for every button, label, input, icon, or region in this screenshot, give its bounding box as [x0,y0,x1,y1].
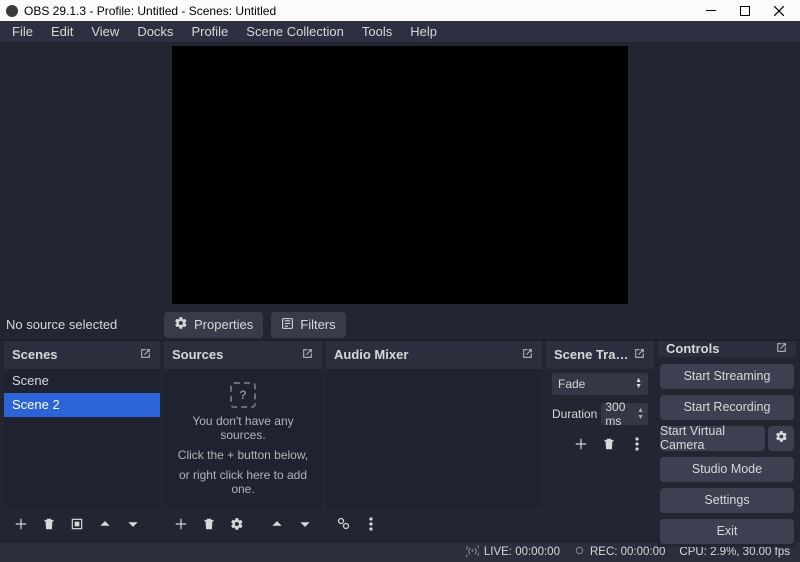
sources-empty-line: Click the + button below, [178,448,308,462]
sources-empty-line: or right click here to add one. [170,468,316,496]
exit-button[interactable]: Exit [660,519,794,544]
app-logo-icon [6,5,18,17]
delete-scene-button[interactable] [38,513,60,535]
dock-sources-title: Sources [172,347,223,362]
scene-up-button[interactable] [94,513,116,535]
popout-icon[interactable] [139,347,152,363]
popout-icon[interactable] [633,347,646,363]
dock-controls: Controls Start Streaming Start Recording… [658,341,796,539]
add-scene-button[interactable] [10,513,32,535]
dock-scenes: Scenes Scene Scene 2 [4,341,160,539]
preview-area [0,42,800,310]
select-arrows-icon: ▲▼ [635,378,642,390]
sources-list[interactable]: ? You don't have any sources. Click the … [164,369,322,509]
properties-label: Properties [194,317,253,332]
source-toolbar-label: No source selected [6,317,156,332]
scene-item[interactable]: Scene [4,369,160,393]
studio-mode-button[interactable]: Studio Mode [660,457,794,482]
menu-scene-collection[interactable]: Scene Collection [238,22,352,41]
dock-transitions: Scene Transiti… Fade ▲▼ Duration 300 ms … [546,341,654,539]
record-icon [574,545,585,559]
dock-controls-header: Controls [658,341,796,357]
status-rec-text: REC: 00:00:00 [590,546,665,558]
question-icon: ? [230,382,256,408]
menu-file[interactable]: File [4,22,41,41]
filters-label: Filters [300,317,335,332]
dock-scenes-title: Scenes [12,347,58,362]
dock-sources-header: Sources [164,341,322,369]
menu-profile[interactable]: Profile [183,22,236,41]
scene-item[interactable]: Scene 2 [4,393,160,417]
source-properties-button[interactable] [226,513,248,535]
delete-source-button[interactable] [198,513,220,535]
filters-button[interactable]: Filters [271,312,345,338]
docks-row: Scenes Scene Scene 2 Sources ? You don't… [0,341,800,543]
popout-icon[interactable] [521,347,534,363]
status-cpu: CPU: 2.9%, 30.00 fps [679,546,790,558]
add-source-button[interactable] [170,513,192,535]
sources-empty-line: You don't have any sources. [170,414,316,442]
delete-transition-button[interactable] [598,433,620,455]
source-down-button[interactable] [294,513,316,535]
controls-body: Start Streaming Start Recording Start Vi… [658,357,796,547]
source-toolbar: No source selected Properties Filters [0,310,800,341]
transitions-body: Fade ▲▼ Duration 300 ms ▲▼ [546,369,654,539]
mixer-menu-button[interactable] [360,513,382,535]
menu-edit[interactable]: Edit [43,22,81,41]
window-title: OBS 29.1.3 - Profile: Untitled - Scenes:… [24,4,694,18]
status-live-text: LIVE: 00:00:00 [484,546,560,558]
dock-transitions-header: Scene Transiti… [546,341,654,369]
source-up-button[interactable] [266,513,288,535]
add-transition-button[interactable] [570,433,592,455]
status-rec: REC: 00:00:00 [574,545,665,559]
dock-controls-title: Controls [666,341,719,356]
virtual-camera-settings-button[interactable] [768,426,794,451]
dock-mixer-header: Audio Mixer [326,341,542,369]
dock-transitions-title: Scene Transiti… [554,347,633,362]
mixer-body [326,369,542,509]
scene-down-button[interactable] [122,513,144,535]
popout-icon[interactable] [775,341,788,357]
duration-value: 300 ms [605,400,637,428]
transition-select[interactable]: Fade ▲▼ [552,373,648,395]
transition-select-value: Fade [558,377,585,391]
duration-label: Duration [552,407,597,421]
menu-docks[interactable]: Docks [129,22,181,41]
start-virtual-camera-button[interactable]: Start Virtual Camera [660,426,765,451]
duration-stepper[interactable]: 300 ms ▲▼ [601,403,648,425]
dock-scenes-header: Scenes [4,341,160,369]
window-titlebar: OBS 29.1.3 - Profile: Untitled - Scenes:… [0,0,800,21]
maximize-button[interactable] [728,0,762,21]
sources-footer [164,509,322,539]
dock-audio-mixer: Audio Mixer [326,341,542,539]
menu-view[interactable]: View [83,22,127,41]
status-cpu-text: CPU: 2.9%, 30.00 fps [679,546,790,558]
gear-icon [775,430,788,446]
properties-button[interactable]: Properties [164,312,263,338]
sources-empty-state: ? You don't have any sources. Click the … [164,369,322,509]
popout-icon[interactable] [301,347,314,363]
menu-tools[interactable]: Tools [354,22,400,41]
close-button[interactable] [762,0,796,21]
scenes-footer [4,509,160,539]
gear-icon [174,316,188,333]
dock-sources: Sources ? You don't have any sources. Cl… [164,341,322,539]
scenes-list[interactable]: Scene Scene 2 [4,369,160,509]
scene-filters-button[interactable] [66,513,88,535]
minimize-button[interactable] [694,0,728,21]
settings-button[interactable]: Settings [660,488,794,513]
mixer-advanced-button[interactable] [332,513,354,535]
video-preview[interactable] [172,46,628,304]
menu-bar: File Edit View Docks Profile Scene Colle… [0,21,800,42]
start-recording-button[interactable]: Start Recording [660,395,794,420]
menu-help[interactable]: Help [402,22,445,41]
filters-icon [281,317,294,333]
transition-menu-button[interactable] [626,433,648,455]
stepper-arrows-icon: ▲▼ [637,407,644,421]
mixer-footer [326,509,542,539]
start-streaming-button[interactable]: Start Streaming [660,364,794,389]
dock-mixer-title: Audio Mixer [334,347,408,362]
status-live: LIVE: 00:00:00 [466,544,560,560]
broadcast-icon [466,544,479,560]
